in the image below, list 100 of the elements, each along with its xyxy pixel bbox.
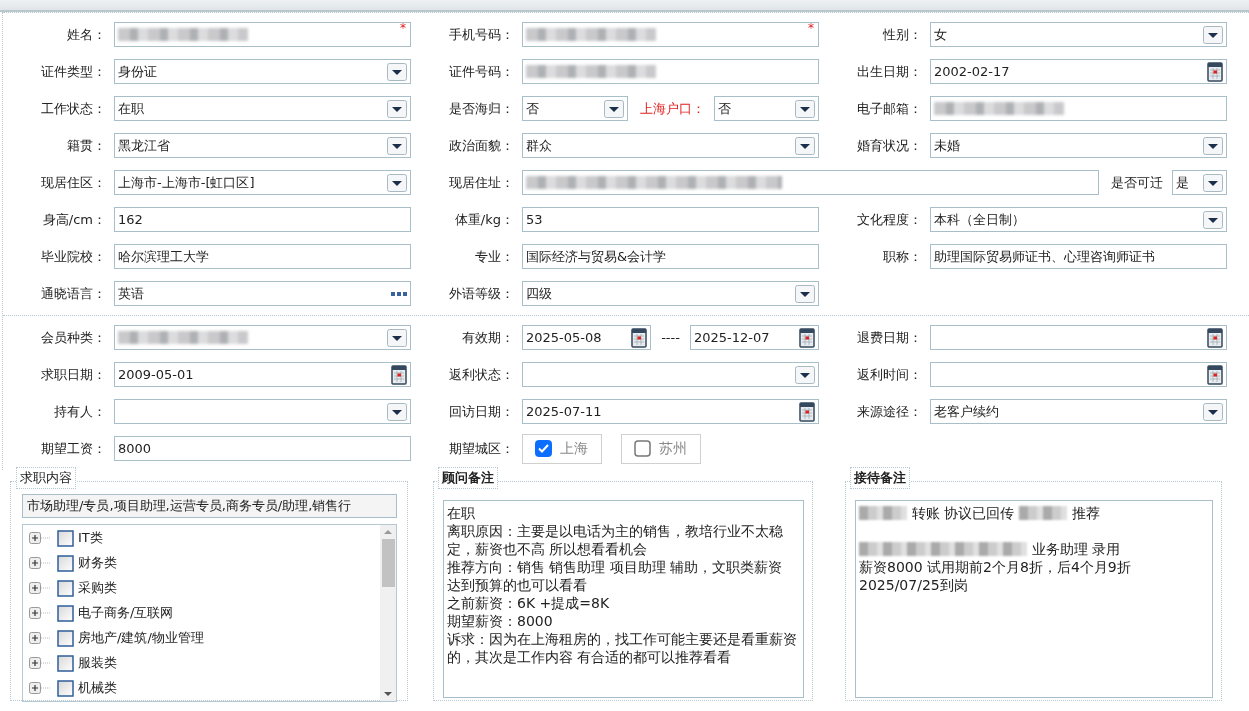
dropdown[interactable]: 黑龙江省 bbox=[114, 133, 411, 158]
note-text: 之前薪资：6K +提成=8K bbox=[447, 593, 610, 612]
selected-jobs-field[interactable]: 市场助理/专员,项目助理,运营专员,商务专员/助理,销售行 bbox=[22, 493, 397, 518]
text-field[interactable]: 哈尔滨理工大学 bbox=[114, 244, 411, 269]
checkbox-icon[interactable] bbox=[57, 604, 74, 622]
tree-item[interactable]: IT类 bbox=[78, 528, 103, 548]
dropdown[interactable]: 否 bbox=[713, 96, 819, 121]
calendar-icon bbox=[799, 327, 815, 348]
text-field[interactable]: 162 bbox=[114, 207, 411, 232]
field-label: 毕业院校： bbox=[40, 247, 107, 266]
text-field[interactable] bbox=[930, 96, 1227, 121]
note-text: 的，其次是工作内容 有合适的都可以推荐看看 bbox=[447, 647, 732, 666]
checkbox-icon[interactable] bbox=[57, 654, 74, 672]
dropdown[interactable]: 四级 bbox=[522, 281, 819, 306]
tree-item[interactable]: 服装类 bbox=[78, 653, 117, 673]
note-text: 推荐 bbox=[1072, 503, 1101, 522]
checkbox-button[interactable]: 上海 bbox=[522, 433, 602, 464]
note-text: 推荐方向：销售 销售助理 项目助理 辅助，文职类薪资 bbox=[447, 557, 783, 576]
expand-icon[interactable] bbox=[29, 657, 51, 669]
field-label: 证件号码： bbox=[448, 62, 515, 81]
notes-field[interactable]: 转账 协议已回传 推荐 业务助理 录用 薪资8000 试用期前2个月8折，后4个月9折 2025/07/25到岗 bbox=[855, 499, 1213, 698]
dropdown[interactable]: 女 bbox=[930, 22, 1227, 47]
note-text: 在职 bbox=[447, 503, 475, 522]
dropdown[interactable]: 本科（全日制） bbox=[930, 207, 1227, 232]
field-label: 出生日期： bbox=[856, 62, 923, 81]
date-field[interactable]: 2025-12-07 bbox=[689, 325, 819, 350]
field-label: 现居住址： bbox=[448, 173, 515, 192]
field-label: 婚育状况： bbox=[856, 136, 923, 155]
checkbox-icon[interactable] bbox=[57, 579, 74, 597]
field-label: 体重/kg： bbox=[453, 210, 515, 229]
date-field[interactable]: 2002-02-17 bbox=[930, 59, 1227, 84]
field-label: 专业： bbox=[474, 247, 515, 266]
date-field[interactable]: 2025-07-11 bbox=[522, 399, 819, 424]
expand-icon[interactable] bbox=[29, 607, 51, 619]
date-field[interactable] bbox=[930, 325, 1227, 350]
text-field[interactable]: 53 bbox=[522, 207, 819, 232]
range-separator: ---- bbox=[660, 328, 681, 347]
field-label: 持有人： bbox=[53, 402, 107, 421]
panel-legend: 求职内容 bbox=[16, 467, 76, 489]
tree-item[interactable]: 房地产/建筑/物业管理 bbox=[78, 628, 204, 648]
dropdown[interactable]: 否 bbox=[522, 96, 628, 121]
expand-icon[interactable] bbox=[29, 582, 51, 594]
text-field[interactable]: * bbox=[522, 22, 819, 47]
field-label: 证件类型： bbox=[40, 62, 107, 81]
note-text: 期望薪资：8000 bbox=[447, 611, 553, 630]
tree-item[interactable]: 机械类 bbox=[78, 678, 117, 698]
date-field[interactable]: 2009-05-01 bbox=[114, 362, 411, 387]
dropdown[interactable]: 群众 bbox=[522, 133, 819, 158]
scrollbar-thumb[interactable] bbox=[381, 538, 395, 587]
dropdown[interactable]: 老客户续约 bbox=[930, 399, 1227, 424]
field-label: 返利状态： bbox=[448, 365, 515, 384]
dropdown[interactable]: 上海市-上海市-[虹口区] bbox=[114, 170, 411, 195]
dropdown[interactable] bbox=[114, 325, 411, 350]
text-field[interactable]: 国际经济与贸易&会计学 bbox=[522, 244, 819, 269]
field-label: 外语等级： bbox=[448, 284, 515, 303]
field-label: 文化程度： bbox=[856, 210, 923, 229]
field-label: 手机号码： bbox=[448, 25, 515, 44]
dropdown[interactable]: 身份证 bbox=[114, 59, 411, 84]
tree-item[interactable]: 电子商务/互联网 bbox=[78, 603, 174, 623]
tree-item[interactable]: 采购类 bbox=[78, 578, 117, 598]
dropdown[interactable]: 未婚 bbox=[930, 133, 1227, 158]
field-label: 职称： bbox=[882, 247, 923, 266]
checkbox-icon[interactable] bbox=[57, 554, 74, 572]
field-label: 籍贯： bbox=[66, 136, 107, 155]
text-field[interactable] bbox=[522, 59, 819, 84]
note-text: 达到预算的也可以看看 bbox=[447, 575, 587, 594]
text-field[interactable] bbox=[522, 170, 1099, 195]
more-icon bbox=[391, 290, 407, 297]
checkbox-icon[interactable] bbox=[57, 529, 74, 547]
expand-icon[interactable] bbox=[29, 632, 51, 644]
expand-icon[interactable] bbox=[29, 557, 51, 569]
notes-field[interactable]: 在职 离职原因：主要是以电话为主的销售，教培行业不太稳 定，薪资也不高 所以想看看机会 推荐方向：销售 销售助理 项目助理 辅助，文职类薪资 达到预算的也可以看看 之前薪资：6K +提成=8K 期望薪资：8000 诉求：因为在上海租房的，找工作可能主要还是看重薪资 的，其次是工作内容 有合适的都可以推荐看看 bbox=[443, 499, 804, 698]
field-label: 现居住区： bbox=[40, 173, 107, 192]
text-field[interactable]: 8000 bbox=[114, 436, 411, 461]
scrollbar[interactable] bbox=[380, 524, 396, 701]
text-field[interactable]: * bbox=[114, 22, 411, 47]
dropdown[interactable]: 在职 bbox=[114, 96, 411, 121]
note-text: 离职原因：主要是以电话为主的销售，教培行业不太稳 bbox=[447, 521, 783, 540]
checkbox-icon[interactable] bbox=[57, 629, 74, 647]
checkbox-icon[interactable] bbox=[57, 679, 74, 697]
calendar-icon bbox=[1207, 327, 1223, 348]
note-text: 转账 协议已回传 bbox=[912, 503, 1015, 522]
panel-legend: 顾问备注 bbox=[438, 467, 498, 489]
field-label: 退费日期： bbox=[856, 328, 923, 347]
field-label: 是否可迁 bbox=[1110, 173, 1164, 192]
expand-icon[interactable] bbox=[29, 682, 51, 694]
required-mark: * bbox=[400, 22, 406, 34]
checkbox-button[interactable]: 苏州 bbox=[621, 433, 701, 464]
field-label: 返利时间： bbox=[856, 365, 923, 384]
dropdown[interactable]: 是 bbox=[1172, 170, 1227, 195]
field-label: 会员种类： bbox=[40, 328, 107, 347]
date-field[interactable]: 2025-05-08 bbox=[522, 325, 652, 350]
date-field[interactable] bbox=[930, 362, 1227, 387]
picker-field[interactable]: 英语 bbox=[114, 281, 411, 306]
expand-icon[interactable] bbox=[29, 532, 51, 544]
field-label: 电子邮箱： bbox=[856, 99, 923, 118]
note-text: 定，薪资也不高 所以想看看机会 bbox=[447, 539, 648, 558]
text-field[interactable]: 助理国际贸易师证书、心理咨询师证书 bbox=[930, 244, 1227, 269]
tree-item[interactable]: 财务类 bbox=[78, 553, 117, 573]
calendar-icon bbox=[1207, 61, 1223, 82]
